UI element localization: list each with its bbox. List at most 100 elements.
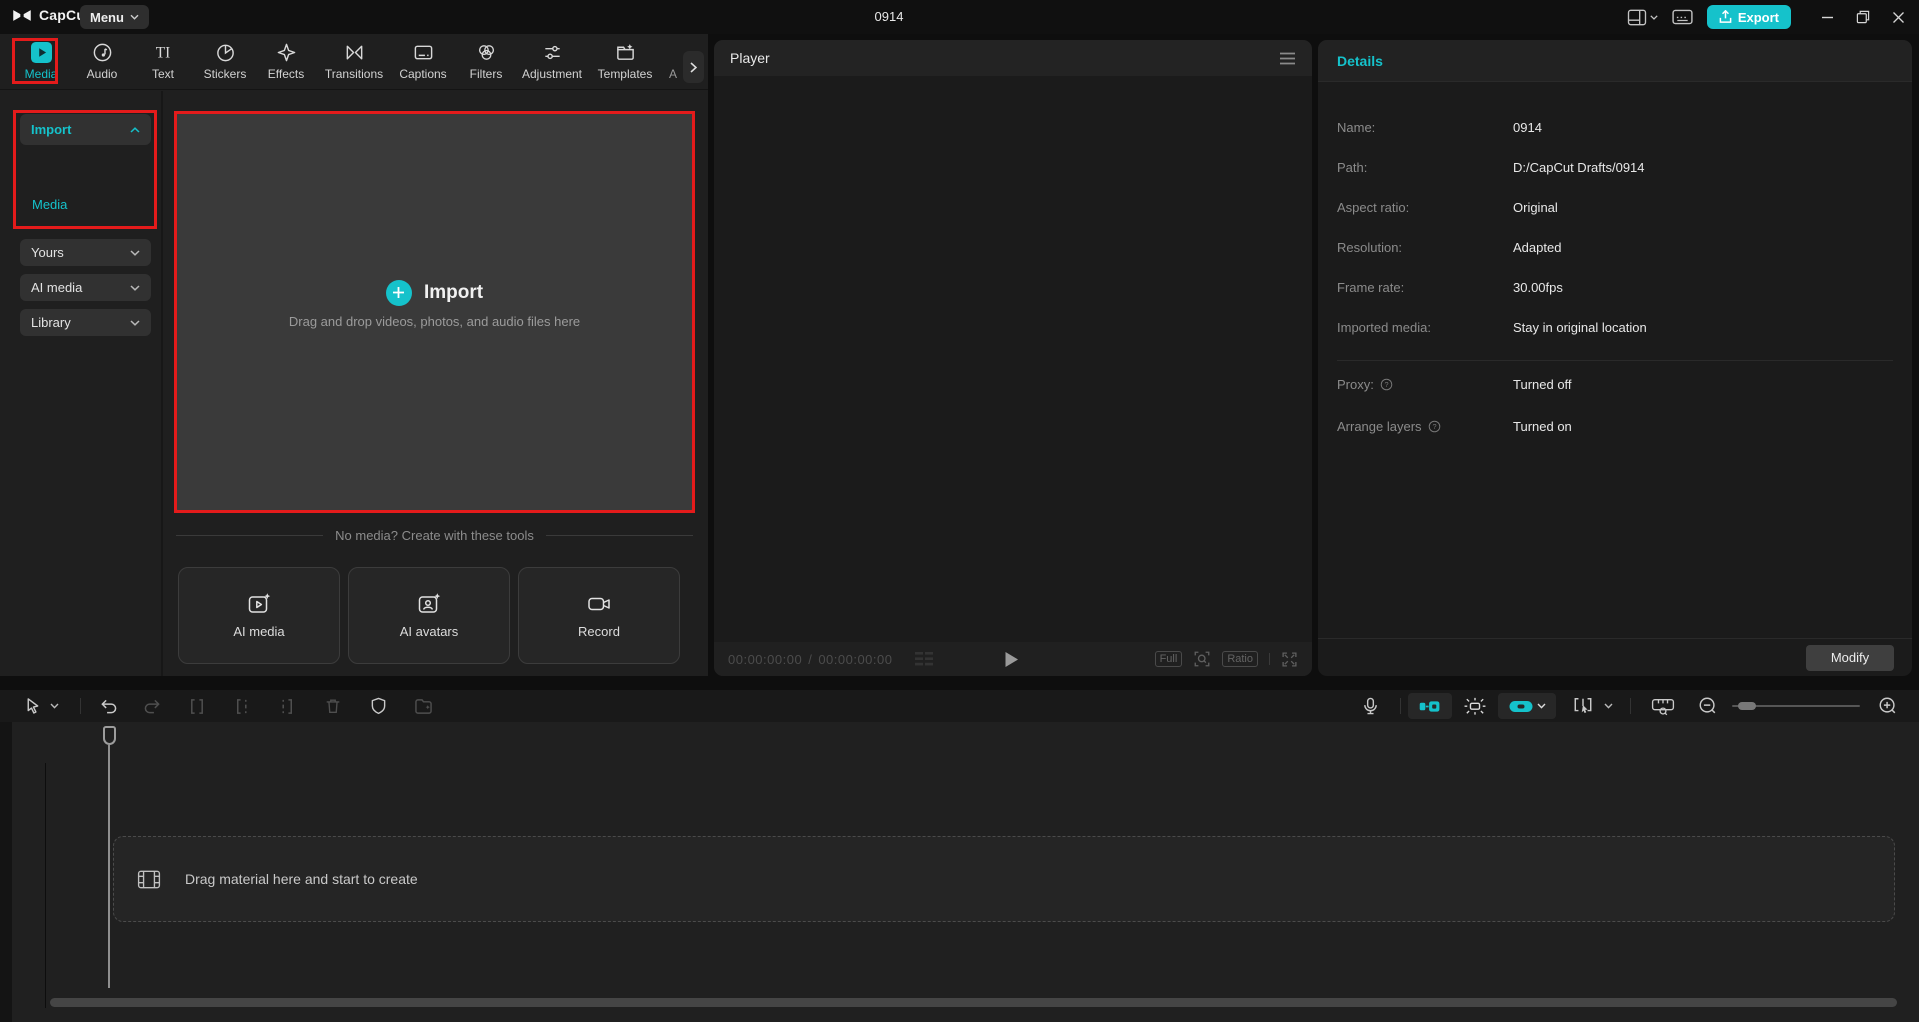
detail-row-name: Name: 0914 (1337, 118, 1893, 136)
help-icon[interactable]: ? (1428, 420, 1441, 433)
tab-audio[interactable]: Audio (68, 41, 136, 87)
full-preview-button[interactable]: Full (1155, 651, 1183, 667)
export-button[interactable]: Export (1707, 5, 1791, 29)
detail-row-frame-rate: Frame rate: 30.00fps (1337, 278, 1893, 296)
timeline-gutter (0, 722, 12, 1022)
ai-media-button[interactable]: AI media (178, 567, 340, 664)
sidebar-group-library[interactable]: Library (20, 309, 151, 336)
chevron-down-icon (130, 320, 140, 326)
adjustment-tab-icon (542, 41, 563, 63)
fit-zoom-icon[interactable] (1193, 650, 1211, 668)
auto-snap-toggle[interactable] (1462, 696, 1488, 716)
link-clips-toggle[interactable] (1498, 693, 1556, 719)
link-icon (1509, 700, 1533, 713)
cursor-mode-chevron[interactable] (48, 696, 60, 716)
sidebar-group-ai-media[interactable]: AI media (20, 274, 151, 301)
detail-row-arrange-layers: Arrange layers ? Turned on (1337, 417, 1893, 435)
sidebar-item-media[interactable]: Media (32, 197, 67, 212)
details-panel: Details Name: 0914 Path: D:/CapCut Draft… (1318, 40, 1912, 676)
zoom-in-button[interactable] (1876, 696, 1900, 716)
chevron-down-icon (130, 250, 140, 256)
ribbon-tab-strip: Media Audio TI Text Stickers (0, 34, 708, 90)
redo-button[interactable] (142, 696, 162, 716)
timeline-toolbar (0, 690, 1919, 722)
effects-tab-icon (276, 41, 297, 63)
create-subproject-button[interactable] (413, 696, 433, 716)
minimize-button[interactable] (1821, 11, 1834, 24)
play-button[interactable] (1004, 651, 1019, 668)
close-button[interactable] (1892, 11, 1905, 24)
delete-button[interactable] (323, 696, 343, 716)
tab-stickers[interactable]: Stickers (191, 41, 259, 87)
chevron-down-icon (1650, 15, 1658, 20)
tab-effects[interactable]: Effects (252, 41, 320, 87)
tab-captions[interactable]: Captions (389, 41, 457, 87)
tab-filters[interactable]: Filters (452, 41, 520, 87)
fullscreen-icon[interactable] (1281, 651, 1298, 668)
playhead-line (108, 745, 110, 988)
chevron-up-icon (130, 127, 140, 133)
tab-adjustment[interactable]: Adjustment (518, 41, 586, 87)
player-title: Player (730, 50, 770, 66)
import-zone-title: Import (424, 282, 483, 304)
ai-avatars-button[interactable]: AI avatars (348, 567, 510, 664)
more-tabs-button[interactable] (683, 51, 704, 83)
timeline-scale-button[interactable] (1650, 696, 1676, 716)
ratio-button[interactable]: Ratio (1222, 651, 1258, 667)
tab-text[interactable]: TI Text (129, 41, 197, 87)
magnetic-timeline-toggle[interactable] (1408, 693, 1452, 719)
trim-right-button[interactable] (277, 696, 297, 716)
chevron-down-icon (130, 14, 139, 20)
modify-button[interactable]: Modify (1806, 645, 1894, 671)
cover-mask-button[interactable] (368, 696, 388, 716)
detail-row-resolution: Resolution: Adapted (1337, 238, 1893, 256)
timeline-scrollbar[interactable] (50, 998, 1897, 1007)
select-cursor-button[interactable] (22, 696, 42, 716)
titlebar: CapCut Menu 0914 Export (0, 0, 1919, 34)
select-adjacent-button[interactable] (1570, 696, 1596, 716)
timeline-drop-zone[interactable]: Drag material here and start to create (113, 836, 1895, 922)
captions-tab-icon (413, 41, 434, 63)
sidebar-group-import[interactable]: Import (20, 114, 151, 145)
tab-media[interactable]: Media (7, 41, 75, 87)
capcut-app: CapCut Menu 0914 Export (0, 0, 1919, 1022)
record-button[interactable]: Record (518, 567, 680, 664)
layout-switch-button[interactable] (1627, 9, 1658, 26)
detail-row-path: Path: D:/CapCut Drafts/0914 (1337, 158, 1893, 176)
zoom-out-button[interactable] (1696, 696, 1720, 716)
slider-handle[interactable] (1738, 702, 1756, 710)
detail-row-proxy: Proxy: ? Turned off (1337, 375, 1893, 393)
record-camera-icon (587, 592, 612, 616)
playhead-handle[interactable] (103, 726, 116, 745)
detail-row-aspect-ratio: Aspect ratio: Original (1337, 198, 1893, 216)
sidebar-group-yours[interactable]: Yours (20, 239, 151, 266)
tab-templates[interactable]: Templates (591, 41, 659, 87)
film-strip-icon (137, 870, 161, 889)
player-controls: 00:00:00:00/00:00:00:00 Full Ratio (714, 642, 1312, 676)
player-panel: Player 00:00:00:00/00:00:00:00 Full Rati… (714, 40, 1312, 676)
restore-button[interactable] (1856, 10, 1870, 24)
media-library-panel: Media Audio TI Text Stickers (0, 34, 708, 676)
keyboard-shortcuts-button[interactable] (1672, 9, 1693, 25)
tab-transitions[interactable]: Transitions (320, 41, 388, 87)
svg-text:?: ? (1432, 421, 1436, 430)
player-menu-icon[interactable] (1279, 52, 1296, 65)
split-button[interactable] (187, 696, 207, 716)
select-mode-chevron[interactable] (1602, 696, 1614, 716)
timeline-zoom-slider[interactable] (1732, 696, 1860, 716)
templates-tab-icon (615, 41, 636, 63)
undo-button[interactable] (98, 696, 118, 716)
media-tab-icon (31, 41, 52, 63)
timeline-placeholder-text: Drag material here and start to create (185, 871, 418, 887)
svg-text:?: ? (1384, 379, 1388, 388)
details-title: Details (1337, 53, 1383, 69)
menu-button[interactable]: Menu (80, 5, 149, 29)
project-title: 0914 (789, 9, 989, 24)
record-voiceover-button[interactable] (1360, 696, 1380, 716)
help-icon[interactable]: ? (1380, 378, 1393, 391)
create-tools-label: No media? Create with these tools (335, 528, 534, 543)
trim-left-button[interactable] (232, 696, 252, 716)
detail-row-imported-media: Imported media: Stay in original locatio… (1337, 318, 1893, 336)
text-tab-icon: TI (152, 41, 174, 63)
import-drop-zone[interactable]: Import Drag and drop videos, photos, and… (176, 113, 693, 511)
